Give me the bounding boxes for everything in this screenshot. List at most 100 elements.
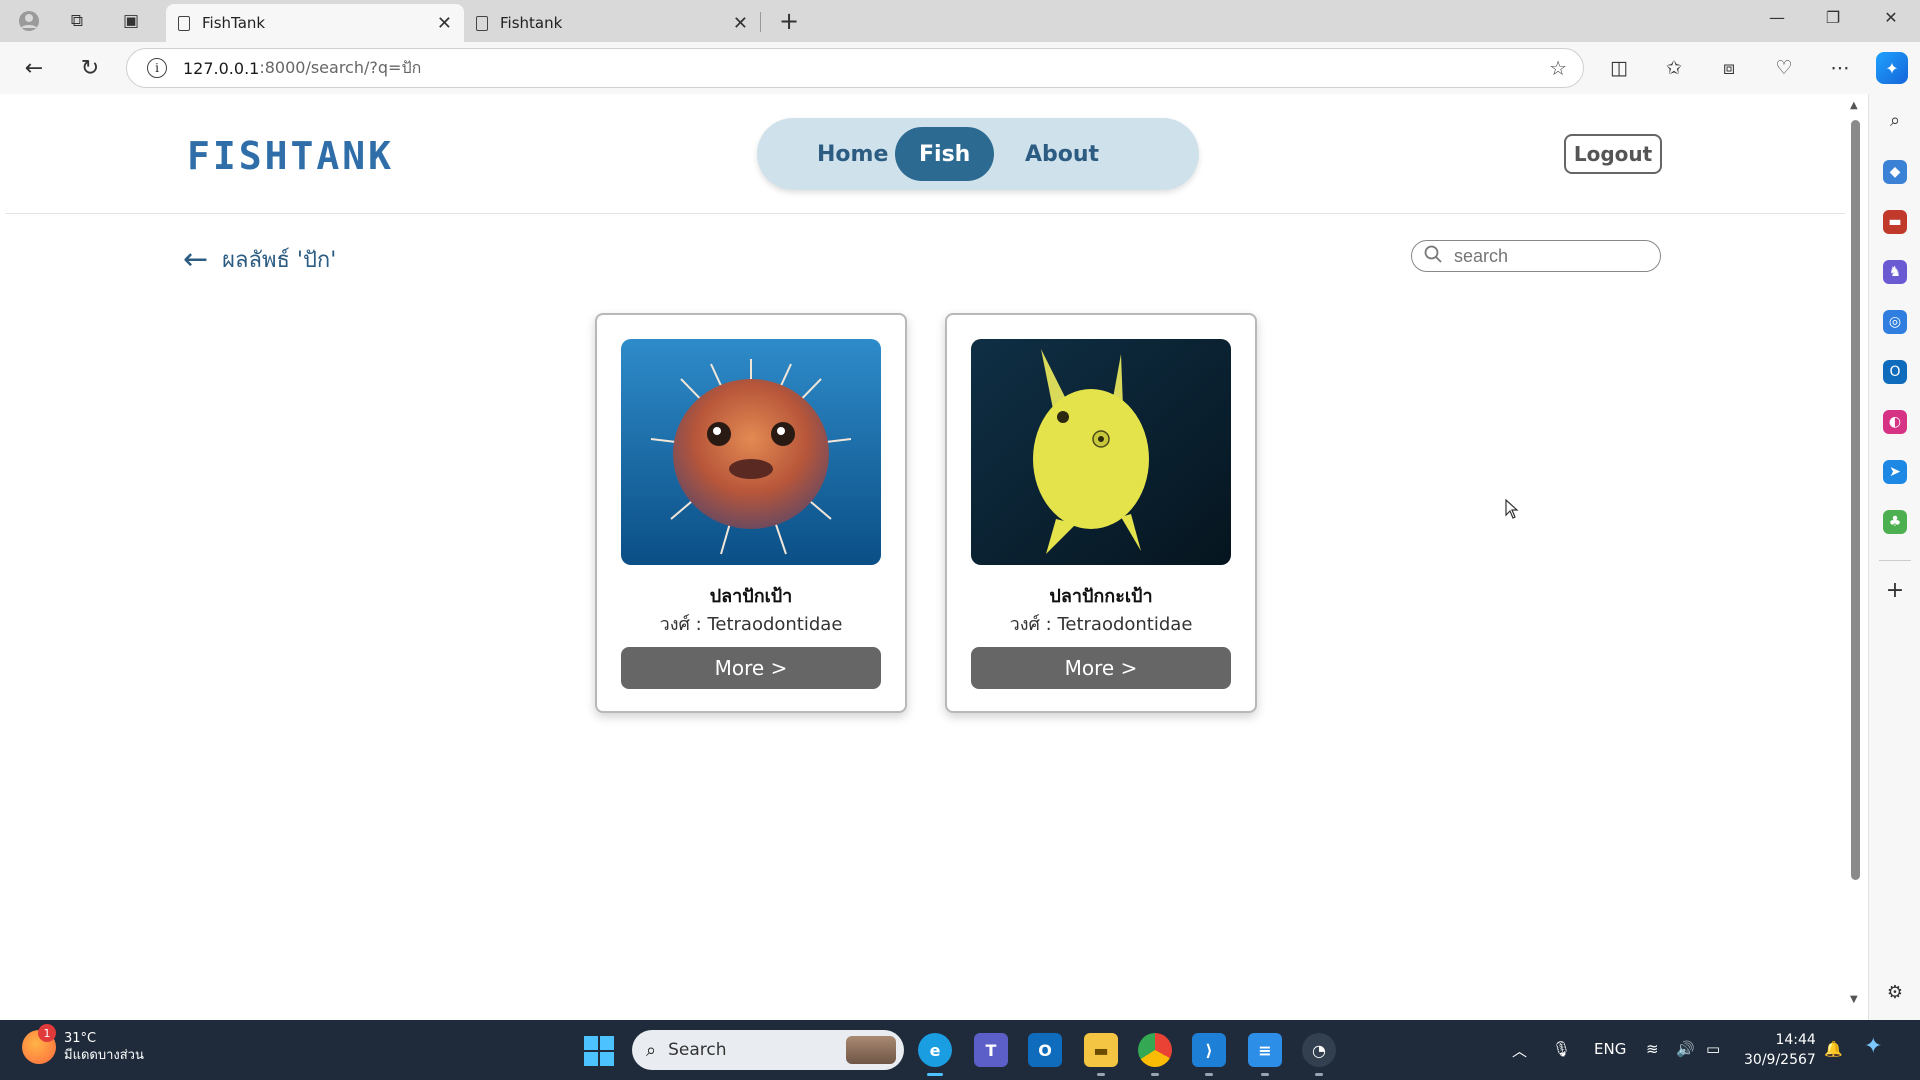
weather-temp: 31°C [64, 1031, 97, 1046]
outlook-icon[interactable]: O [1028, 1033, 1062, 1067]
main-nav: Home Fish About [757, 118, 1199, 190]
browser-toolbar: ← ↻ i 127.0.0.1:8000/search/?q=ปัก ☆ ◫ ✩… [0, 42, 1920, 94]
more-menu-icon[interactable]: ⋯ [1826, 54, 1854, 82]
tab-separator [760, 12, 761, 32]
battery-icon[interactable]: ▭ [1706, 1040, 1720, 1058]
weather-desc: มีแดดบางส่วน [64, 1048, 144, 1063]
outlook-icon[interactable]: O [1883, 360, 1907, 384]
notification-badge: 1 [38, 1024, 56, 1042]
back-arrow-icon[interactable]: ← [183, 242, 208, 277]
mouse-cursor-icon [1505, 498, 1519, 524]
search-highlight-image [846, 1036, 896, 1064]
results-title: ผลลัพธ์ 'ปัก' [222, 248, 337, 273]
minimize-icon[interactable]: — [1762, 8, 1792, 27]
taskbar: 1 31°C มีแดดบางส่วน ⌕ Search e T O ▬ ⟩ ≡… [0, 1020, 1920, 1080]
search-box[interactable] [1411, 240, 1661, 272]
fish-card: ปลาปักกะเป้า วงศ์ : Tetraodontidae More … [945, 313, 1257, 713]
close-window-icon[interactable]: ✕ [1876, 8, 1906, 27]
browser-essentials-icon[interactable]: ♡ [1770, 54, 1798, 82]
close-tab-icon[interactable]: ✕ [733, 13, 748, 34]
more-button[interactable]: More > [971, 647, 1231, 689]
send-icon[interactable]: ➤ [1883, 460, 1907, 484]
new-tab-icon[interactable]: + [776, 7, 802, 35]
back-icon[interactable]: ← [20, 54, 48, 82]
notifications-icon[interactable]: 🔔 [1824, 1040, 1843, 1058]
fish-name: ปลาปักกะเป้า [1049, 586, 1153, 607]
refresh-icon[interactable]: ↻ [76, 54, 104, 82]
scroll-thumb[interactable] [1851, 120, 1860, 880]
address-bar[interactable]: i 127.0.0.1:8000/search/?q=ปัก ☆ [126, 48, 1584, 88]
settings-icon[interactable]: ⚙ [1883, 980, 1907, 1004]
split-screen-icon[interactable]: ◫ [1605, 54, 1633, 82]
results-header: ← ผลลัพธ์ 'ปัก' [183, 242, 336, 277]
clock-time: 14:44 [1775, 1032, 1816, 1048]
teams-icon[interactable]: T [974, 1033, 1008, 1067]
site-logo[interactable]: FISHTANK [187, 134, 394, 178]
show-hidden-icons[interactable]: ︿ [1512, 1040, 1527, 1061]
scroll-down-icon[interactable]: ▼ [1850, 994, 1858, 1005]
page-scrollbar[interactable]: ▲ ▼ [1846, 96, 1866, 1008]
nav-fish[interactable]: Fish [895, 127, 995, 181]
scroll-up-icon[interactable]: ▲ [1850, 100, 1858, 111]
microsoft365-icon[interactable]: ◎ [1883, 310, 1907, 334]
language-indicator[interactable]: ENG [1594, 1040, 1626, 1058]
fish-card: ปลาปักเป้า วงศ์ : Tetraodontidae More > [595, 313, 907, 713]
site-header: FISHTANK Home Fish About Logout [5, 94, 1845, 214]
taskbar-search[interactable]: ⌕ Search [632, 1030, 904, 1070]
search-icon: ⌕ [646, 1039, 657, 1061]
browser-sidebar: ⌕ ◆ ▬ ♞ ◎ O ◐ ➤ ♣ + ⚙ [1868, 94, 1920, 1020]
favorite-star-icon[interactable]: ☆ [1549, 56, 1567, 80]
logout-button[interactable]: Logout [1564, 134, 1662, 174]
games-icon[interactable]: ♞ [1883, 260, 1907, 284]
search-icon [1424, 245, 1442, 268]
collections-icon[interactable]: ⧈ [1715, 54, 1743, 82]
search-input[interactable] [1454, 245, 1634, 267]
info-icon[interactable]: i [147, 58, 167, 78]
taskbar-search-label: Search [668, 1040, 727, 1060]
weather-sun-icon: 1 [22, 1024, 56, 1064]
notepad-icon[interactable]: ≡ [1248, 1033, 1282, 1076]
tree-icon[interactable]: ♣ [1883, 510, 1907, 534]
fish-image [971, 339, 1231, 565]
sidebar-divider [1879, 560, 1911, 561]
system-clock[interactable]: 14:44 30/9/2567 [1744, 1030, 1816, 1070]
copilot-icon[interactable]: ✦ [1876, 52, 1908, 84]
fish-family: วงศ์ : Tetraodontidae [1009, 614, 1193, 635]
file-explorer-icon[interactable]: ▬ [1084, 1033, 1118, 1076]
microphone-icon[interactable]: 🎙 [1552, 1040, 1571, 1058]
tools-icon[interactable]: ▬ [1883, 210, 1907, 234]
profile-icon[interactable] [16, 8, 42, 34]
nav-about[interactable]: About [1001, 127, 1123, 181]
tab-fishtank-2[interactable]: Fishtank ✕ [464, 4, 760, 42]
copilot-taskbar-icon[interactable]: ✦ [1864, 1034, 1882, 1059]
volume-icon[interactable]: 🔊 [1676, 1040, 1695, 1058]
add-icon[interactable]: + [1883, 578, 1907, 603]
favorites-icon[interactable]: ✩ [1660, 54, 1688, 82]
fish-image [621, 339, 881, 565]
fish-family: วงศ์ : Tetraodontidae [659, 614, 843, 635]
tab-actions-icon[interactable]: ▣ [118, 8, 144, 34]
designer-icon[interactable]: ◐ [1883, 410, 1907, 434]
workspaces-icon[interactable]: ⧉ [64, 8, 90, 34]
weather-widget[interactable]: 1 31°C มีแดดบางส่วน [22, 1024, 144, 1064]
clock-date: 30/9/2567 [1744, 1052, 1816, 1068]
page-viewport: FISHTANK Home Fish About Logout ← ผลลัพธ… [5, 94, 1845, 1014]
page-icon [178, 15, 190, 31]
search-icon[interactable]: ⌕ [1883, 108, 1907, 132]
shopping-icon[interactable]: ◆ [1883, 160, 1907, 184]
url-host: 127.0.0.1 [183, 58, 260, 78]
wifi-icon[interactable]: ≋ [1646, 1040, 1659, 1058]
app-icon[interactable]: ◔ [1302, 1033, 1336, 1076]
browser-tab-bar: ⧉ ▣ FishTank ✕ Fishtank ✕ + — ❐ ✕ [0, 0, 1920, 42]
page-icon [476, 15, 488, 31]
start-button[interactable] [584, 1036, 614, 1066]
tab-fishtank[interactable]: FishTank ✕ [166, 4, 464, 42]
restore-icon[interactable]: ❐ [1818, 8, 1848, 27]
more-button[interactable]: More > [621, 647, 881, 689]
chrome-icon[interactable] [1138, 1033, 1172, 1076]
edge-icon[interactable]: e [918, 1033, 952, 1076]
close-tab-icon[interactable]: ✕ [437, 13, 452, 34]
tab-title: FishTank [202, 14, 266, 32]
vscode-icon[interactable]: ⟩ [1192, 1033, 1226, 1076]
url-path: :8000/search/?q=ปัก [259, 57, 422, 77]
